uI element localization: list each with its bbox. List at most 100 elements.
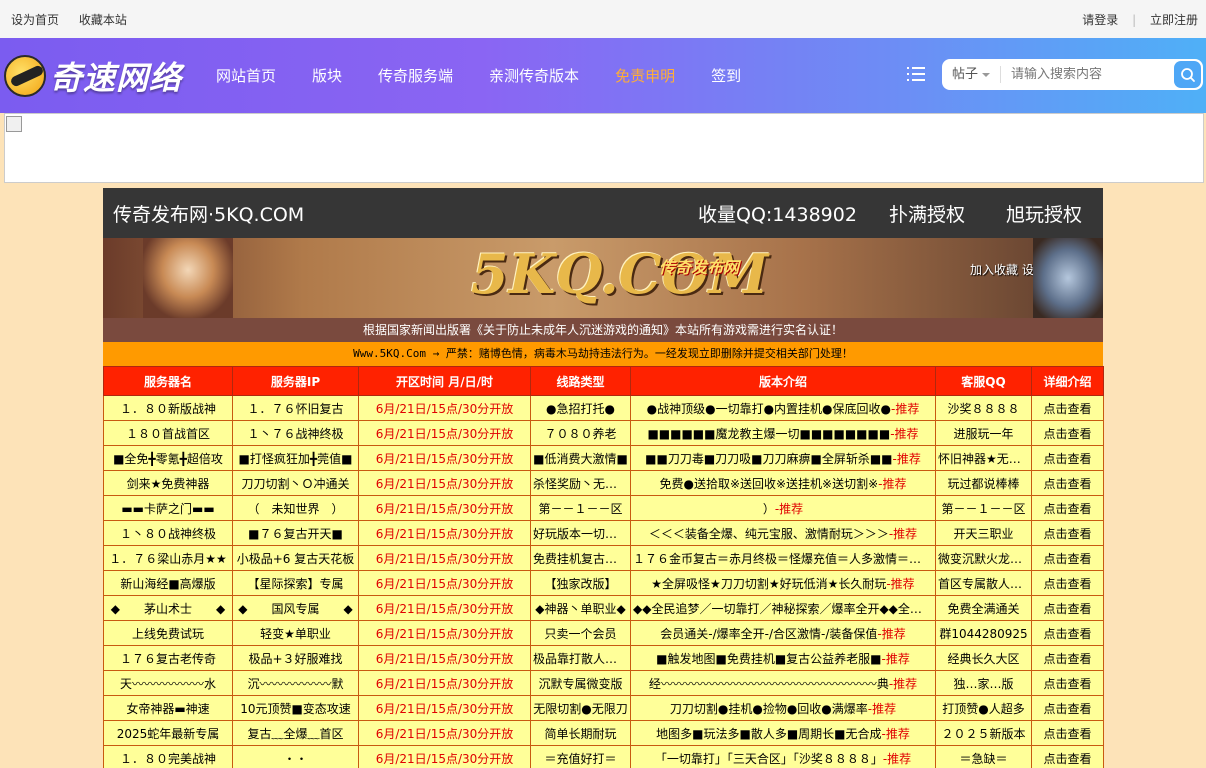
server-name-cell[interactable]: １７６复古老传奇 bbox=[103, 645, 233, 671]
version-cell[interactable]: ★全屏吸怪★刀刀切割★好玩低消★长久耐玩-推荐 bbox=[630, 570, 936, 596]
auth-link-2[interactable]: 旭玩授权 bbox=[1006, 200, 1082, 227]
site-logo[interactable]: 奇速网络 bbox=[4, 55, 182, 97]
ad-banner-placeholder[interactable] bbox=[4, 113, 1204, 183]
service-qq-cell: ２０２５新版本 bbox=[935, 720, 1032, 746]
version-cell[interactable]: ■■刀刀毒■刀刀吸■刀刀麻痹■全屏斩杀■■-推荐 bbox=[630, 445, 936, 471]
server-name-cell[interactable]: 新山海经■高爆版 bbox=[103, 570, 233, 596]
details-link[interactable]: 点击查看 bbox=[1031, 595, 1104, 621]
version-cell[interactable]: ＜＜＜装备全爆、纯元宝服、激情耐玩＞＞＞-推荐 bbox=[630, 520, 936, 546]
server-name-cell[interactable]: ■全免╋零氪╋超倍攻 bbox=[103, 445, 233, 471]
version-cell[interactable]: １７６金币复古＝赤月终极＝怪爆充值＝人多激情＝全新开-推荐 bbox=[630, 545, 936, 571]
search-type-select[interactable]: 帖子 bbox=[942, 66, 1002, 83]
server-ip-cell[interactable]: （ 未知世界 ） bbox=[232, 495, 359, 521]
server-name-cell[interactable]: 天〰〰〰〰〰〰水 bbox=[103, 670, 233, 696]
details-link[interactable]: 点击查看 bbox=[1031, 545, 1104, 571]
details-link[interactable]: 点击查看 bbox=[1031, 495, 1104, 521]
server-ip-cell[interactable]: ■７６复古开天■ bbox=[232, 520, 359, 546]
nav-server-files[interactable]: 传奇服务端 bbox=[378, 65, 453, 86]
version-cell[interactable]: ◆◆全民追梦／一切靠打／神秘探索／爆率全开◆◆全新开-推荐 bbox=[630, 595, 936, 621]
main-nav: 网站首页 版块 传奇服务端 亲测传奇版本 免责申明 签到 bbox=[216, 38, 777, 113]
auth-link-1[interactable]: 扑满授权 bbox=[889, 200, 965, 227]
details-link[interactable]: 点击查看 bbox=[1031, 445, 1104, 471]
server-ip-cell[interactable]: 复古﹏全爆﹏首区 bbox=[232, 720, 359, 746]
server-name-cell[interactable]: 剑来★免费神器 bbox=[103, 470, 233, 496]
server-name-cell[interactable]: 2025蛇年最新专属 bbox=[103, 720, 233, 746]
table-row: 剑来★免费神器 刀刀切割丶Ｏ冲通关 6月/21日/15点/30分开放 杀怪奖励丶无上限… bbox=[103, 470, 1104, 496]
server-ip-cell[interactable]: ■打怪疯狂加╋莞值■ bbox=[232, 445, 359, 471]
server-ip-cell[interactable]: 沉〰〰〰〰〰〰默 bbox=[232, 670, 359, 696]
open-time-cell: 6月/21日/15点/30分开放 bbox=[358, 620, 531, 646]
warning-site: Www.5KQ.Com → bbox=[353, 347, 446, 360]
server-name-cell[interactable]: １８０首战首区 bbox=[103, 420, 233, 446]
server-name-cell[interactable]: 女帝神器▬神速 bbox=[103, 695, 233, 721]
server-ip-cell[interactable]: ◆ 国风专属 ◆ bbox=[232, 595, 359, 621]
details-link[interactable]: 点击查看 bbox=[1031, 620, 1104, 646]
details-link[interactable]: 点击查看 bbox=[1031, 645, 1104, 671]
login-link[interactable]: 请登录 bbox=[1082, 13, 1118, 27]
nav-disclaimer[interactable]: 免责申明 bbox=[615, 65, 675, 86]
details-link[interactable]: 点击查看 bbox=[1031, 520, 1104, 546]
server-ip-cell[interactable]: 刀刀切割丶Ｏ冲通关 bbox=[232, 470, 359, 496]
details-link[interactable]: 点击查看 bbox=[1031, 670, 1104, 696]
version-cell[interactable]: 刀刀切割●挂机●捡物●回收●满爆率-推荐 bbox=[630, 695, 936, 721]
version-cell[interactable]: ）-推荐 bbox=[630, 495, 936, 521]
server-name-cell[interactable]: １．７６梁山赤月★★ bbox=[103, 545, 233, 571]
register-link[interactable]: 立即注册 bbox=[1150, 13, 1198, 27]
service-qq-cell: 独…家…版 bbox=[935, 670, 1032, 696]
panel-site-title[interactable]: 传奇发布网·5KQ.COM bbox=[113, 200, 304, 227]
banner-character-image-2 bbox=[1033, 238, 1103, 318]
details-link[interactable]: 点击查看 bbox=[1031, 420, 1104, 446]
nav-sections[interactable]: 版块 bbox=[312, 65, 342, 86]
table-row: 上线免费试玩 轻变★单职业 6月/21日/15点/30分开放 只卖一个会员 会员通关-/… bbox=[103, 620, 1104, 646]
server-name-cell[interactable]: １丶８０战神终极 bbox=[103, 520, 233, 546]
nav-home[interactable]: 网站首页 bbox=[216, 65, 276, 86]
details-link[interactable]: 点击查看 bbox=[1031, 720, 1104, 746]
version-cell[interactable]: ■触发地图■免费挂机■复古公益养老服■-推荐 bbox=[630, 645, 936, 671]
server-name-cell[interactable]: １．８０完美战神 bbox=[103, 745, 233, 768]
bookmark-site-link[interactable]: 收藏本站 bbox=[79, 13, 127, 27]
server-ip-cell[interactable]: 极品+３好服难找 bbox=[232, 645, 359, 671]
line-type-cell: ◆神器丶单职业◆ bbox=[530, 595, 631, 621]
recommend-tag: -推荐 bbox=[892, 451, 921, 466]
version-cell[interactable]: 会员通关-/爆率全开-/合区激情-/装备保值-推荐 bbox=[630, 620, 936, 646]
details-link[interactable]: 点击查看 bbox=[1031, 395, 1104, 421]
version-cell[interactable]: 「一切靠打」「三天合区」「沙奖８８８８」-推荐 bbox=[630, 745, 936, 768]
version-cell[interactable]: 经〰〰〰〰〰〰〰〰〰〰〰〰〰〰〰〰〰〰典-推荐 bbox=[630, 670, 936, 696]
open-time-cell: 6月/21日/15点/30分开放 bbox=[358, 595, 531, 621]
server-ip-cell[interactable]: １丶７６战神终极 bbox=[232, 420, 359, 446]
server-name-cell[interactable]: ◆ 茅山术士 ◆ bbox=[103, 595, 233, 621]
version-cell[interactable]: ●战神顶级●一切靠打●内置挂机●保底回收●-推荐 bbox=[630, 395, 936, 421]
nav-checkin[interactable]: 签到 bbox=[711, 65, 741, 86]
set-homepage-link[interactable]: 设为首页 bbox=[11, 13, 59, 27]
open-time-cell: 6月/21日/15点/30分开放 bbox=[358, 720, 531, 746]
table-row: ◆ 茅山术士 ◆ ◆ 国风专属 ◆ 6月/21日/15点/30分开放 ◆神器丶单职业◆… bbox=[103, 595, 1104, 621]
search-button[interactable] bbox=[1174, 61, 1201, 88]
server-ip-cell[interactable]: 10元顶赞■变态攻速 bbox=[232, 695, 359, 721]
version-text: ■触发地图■免费挂机■复古公益养老服■ bbox=[656, 651, 882, 666]
list-menu-icon[interactable] bbox=[907, 67, 925, 83]
search-input[interactable] bbox=[1011, 67, 1172, 82]
server-ip-cell[interactable]: 【星际探索】专属 bbox=[232, 570, 359, 596]
details-link[interactable]: 点击查看 bbox=[1031, 695, 1104, 721]
version-cell[interactable]: 免费●送拾取※送回收※送挂机※送切割※-推荐 bbox=[630, 470, 936, 496]
table-row: 女帝神器▬神速 10元顶赞■变态攻速 6月/21日/15点/30分开放 无限切割●无限… bbox=[103, 695, 1104, 721]
service-qq-cell: 经典长久大区 bbox=[935, 645, 1032, 671]
version-cell[interactable]: ■■■■■■魔龙教主爆一切■■■■■■■■-推荐 bbox=[630, 420, 936, 446]
server-ip-cell[interactable]: 小极品+6 复古天花板 bbox=[232, 545, 359, 571]
nav-tested-versions[interactable]: 亲测传奇版本 bbox=[489, 65, 579, 86]
server-name-cell[interactable]: １．８０新版战神 bbox=[103, 395, 233, 421]
recommend-tag: -推荐 bbox=[881, 726, 910, 741]
server-ip-cell[interactable]: １．７６怀旧复古 bbox=[232, 395, 359, 421]
server-name-cell[interactable]: 上线免费试玩 bbox=[103, 620, 233, 646]
warning-text: 严禁：赌博色情，病毒木马劫持违法行为。一经发现立即删除并提交相关部门处理！ bbox=[445, 347, 853, 360]
details-link[interactable]: 点击查看 bbox=[1031, 745, 1104, 768]
server-ip-cell[interactable]: 轻变★单职业 bbox=[232, 620, 359, 646]
details-link[interactable]: 点击查看 bbox=[1031, 570, 1104, 596]
line-type-cell: 【独家改版】 bbox=[530, 570, 631, 596]
version-text: ■■■■■■魔龙教主爆一切■■■■■■■■ bbox=[647, 426, 891, 441]
version-cell[interactable]: 地图多■玩法多■散人多■周期长■无合成-推荐 bbox=[630, 720, 936, 746]
details-link[interactable]: 点击查看 bbox=[1031, 470, 1104, 496]
server-ip-cell[interactable]: ・・ bbox=[232, 745, 359, 768]
banner-character-image bbox=[143, 238, 233, 318]
server-name-cell[interactable]: ▬▬卡萨之门▬▬ bbox=[103, 495, 233, 521]
